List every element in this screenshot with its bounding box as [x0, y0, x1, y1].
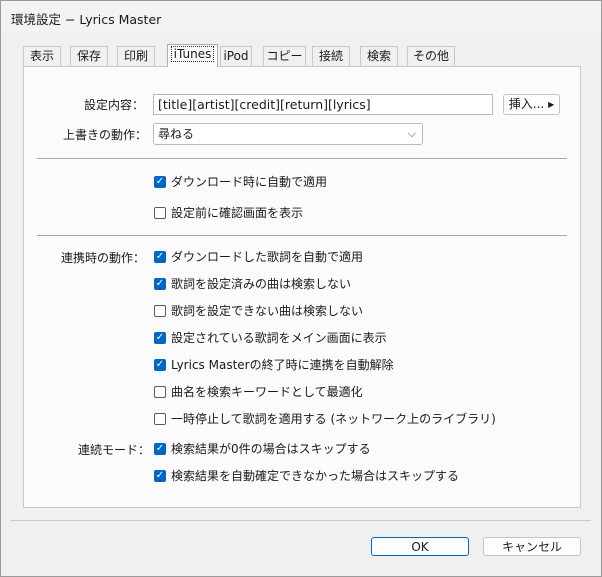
- checkbox-label: 設定前に確認画面を表示: [171, 206, 304, 220]
- checkbox-label: ダウンロードした歌詞を自動で適用: [171, 250, 364, 264]
- auto-apply-downloaded-checkbox[interactable]: ✓ ダウンロードした歌詞を自動で適用: [154, 249, 363, 264]
- footer-separator: [11, 520, 591, 521]
- checkbox-label: 歌詞を設定済みの曲は検索しない: [171, 277, 352, 291]
- skip-songs-with-lyrics-checkbox[interactable]: ✓ 歌詞を設定済みの曲は検索しない: [154, 276, 351, 291]
- checkbox-label: 検索結果を自動確定できなかった場合はスキップする: [171, 469, 460, 483]
- overwrite-value: 尋ねる: [158, 127, 195, 141]
- cancel-button-label: キャンセル: [501, 540, 562, 554]
- checkbox-unchecked-icon: [154, 412, 166, 425]
- cancel-button[interactable]: キャンセル: [483, 537, 581, 556]
- checkbox-checked-icon: ✓: [154, 331, 166, 344]
- tab-copy[interactable]: コピー: [263, 46, 306, 66]
- show-confirm-dialog-checkbox[interactable]: 設定前に確認画面を表示: [154, 205, 303, 220]
- separator: [37, 235, 567, 236]
- window-title: 環境設定 − Lyrics Master: [11, 12, 162, 27]
- tab-itunes[interactable]: iTunes: [167, 44, 218, 67]
- ok-button[interactable]: OK: [371, 537, 469, 556]
- tab-search[interactable]: 検索: [360, 46, 398, 66]
- checkbox-unchecked-icon: [154, 304, 166, 317]
- chevron-down-icon: ⌵: [407, 127, 416, 140]
- separator: [37, 158, 567, 159]
- auto-unlink-on-exit-checkbox[interactable]: ✓ Lyrics Masterの終了時に連携を自動解除: [154, 357, 394, 372]
- checkbox-checked-icon: ✓: [154, 175, 166, 188]
- checkbox-label: 一時停止して歌詞を適用する (ネットワーク上のライブラリ): [171, 412, 496, 426]
- content-label: 設定内容：: [84, 98, 145, 112]
- overwrite-select[interactable]: 尋ねる ⌵: [153, 123, 423, 145]
- show-lyrics-in-main-checkbox[interactable]: ✓ 設定されている歌詞をメイン画面に表示: [154, 330, 387, 345]
- ok-button-label: OK: [411, 540, 429, 554]
- continuous-mode-label: 連続モード：: [78, 443, 151, 457]
- preferences-window: 環境設定 − Lyrics Master 表示 保存 印刷 iTunes iPo…: [0, 0, 602, 577]
- skip-unsettable-songs-checkbox[interactable]: 歌詞を設定できない曲は検索しない: [154, 303, 363, 318]
- checkbox-checked-icon: ✓: [154, 442, 166, 455]
- skip-zero-results-checkbox[interactable]: ✓ 検索結果が0件の場合はスキップする: [154, 441, 371, 456]
- content-format-input[interactable]: [title][artist][credit][return][lyrics]: [153, 94, 493, 115]
- auto-apply-on-download-checkbox[interactable]: ✓ ダウンロード時に自動で適用: [154, 174, 327, 189]
- triangle-right-icon: ▶: [548, 100, 555, 109]
- tab-other[interactable]: その他: [407, 46, 455, 66]
- checkbox-checked-icon: ✓: [154, 469, 166, 482]
- pause-and-apply-checkbox[interactable]: 一時停止して歌詞を適用する (ネットワーク上のライブラリ): [154, 411, 496, 426]
- checkbox-checked-icon: ✓: [154, 250, 166, 263]
- tab-ipod[interactable]: iPod: [220, 46, 252, 66]
- checkbox-unchecked-icon: [154, 206, 166, 219]
- checkbox-label: 曲名を検索キーワードとして最適化: [171, 385, 363, 399]
- checkbox-label: ダウンロード時に自動で適用: [171, 175, 328, 189]
- skip-unconfirmed-checkbox[interactable]: ✓ 検索結果を自動確定できなかった場合はスキップする: [154, 468, 459, 483]
- tab-print[interactable]: 印刷: [117, 46, 155, 66]
- checkbox-checked-icon: ✓: [154, 358, 166, 371]
- overwrite-label: 上書きの動作：: [63, 128, 148, 142]
- checkbox-label: 設定されている歌詞をメイン画面に表示: [171, 331, 387, 345]
- tab-display[interactable]: 表示: [23, 46, 61, 66]
- checkbox-label: 歌詞を設定できない曲は検索しない: [171, 304, 364, 318]
- insert-button-label: 挿入...: [508, 97, 545, 111]
- insert-button[interactable]: 挿入... ▶: [503, 94, 560, 115]
- checkbox-checked-icon: ✓: [154, 277, 166, 290]
- title-bar[interactable]: 環境設定 − Lyrics Master: [1, 1, 601, 33]
- tab-connect[interactable]: 接続: [312, 46, 350, 66]
- checkbox-label: Lyrics Masterの終了時に連携を自動解除: [171, 358, 394, 372]
- tab-save[interactable]: 保存: [70, 46, 108, 66]
- checkbox-unchecked-icon: [154, 385, 166, 398]
- checkbox-label: 検索結果が0件の場合はスキップする: [171, 442, 371, 456]
- link-behavior-label: 連携時の動作：: [61, 251, 146, 265]
- optimize-title-keyword-checkbox[interactable]: 曲名を検索キーワードとして最適化: [154, 384, 363, 399]
- content-format-value: [title][artist][credit][return][lyrics]: [158, 97, 371, 112]
